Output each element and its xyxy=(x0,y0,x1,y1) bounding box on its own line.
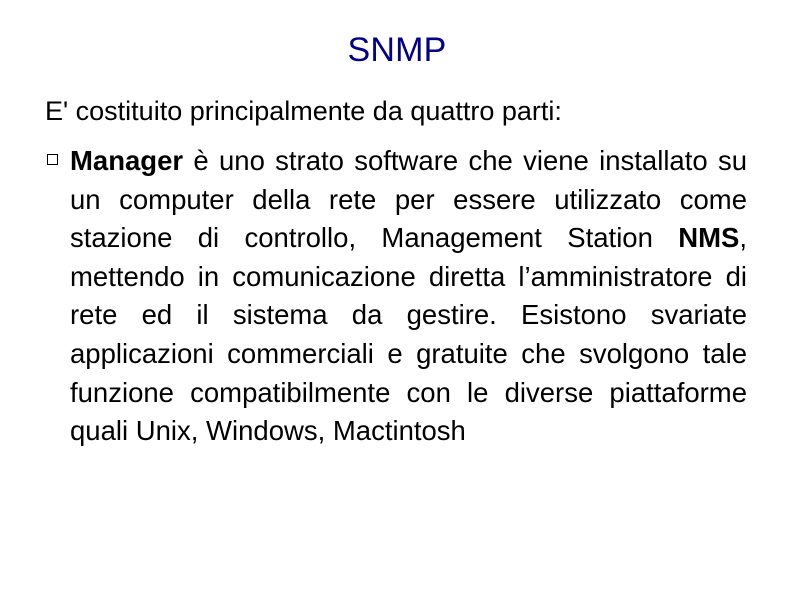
bullet-item-text: Manager è uno strato software che viene … xyxy=(70,145,747,447)
list-item: Manager è uno strato software che viene … xyxy=(45,142,747,451)
hollow-square-bullet-icon xyxy=(47,154,58,165)
page-title: SNMP xyxy=(347,31,447,69)
slide-canvas: SNMP E' costituito principalmente da qua… xyxy=(0,0,794,595)
slide-body: E' costituito principalmente da quattro … xyxy=(45,92,747,451)
intro-text: E' costituito principalmente da quattro … xyxy=(45,96,562,126)
